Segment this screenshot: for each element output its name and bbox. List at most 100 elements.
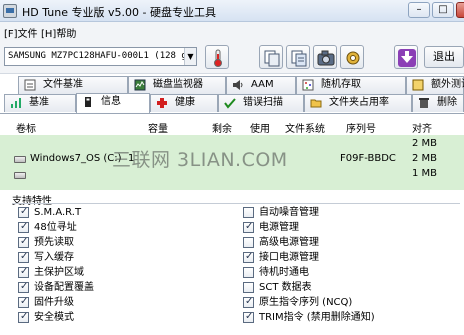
- column-header-label[interactable]: 卷标: [16, 120, 36, 135]
- tab-label: 随机存取: [321, 79, 361, 90]
- speaker-icon: [233, 80, 243, 90]
- feature-label: 48位寻址: [34, 222, 77, 233]
- screenshot-button[interactable]: [313, 45, 337, 69]
- checkbox-icon[interactable]: [18, 251, 29, 263]
- drive-icon: [14, 156, 26, 163]
- feature-label: 预先读取: [34, 237, 74, 248]
- download-arrow-icon: [398, 49, 416, 67]
- supported-features: 支持特性 S.M.A.R.T 48位寻址 预先读取 写入缓存 主保护区域 设备配…: [8, 192, 464, 335]
- title-bar: HD Tune 专业版 v5.00 - 硬盘专业工具 – □: [0, 0, 464, 22]
- benchmark-icon: [11, 98, 21, 108]
- checkbox-icon[interactable]: [243, 237, 254, 248]
- watermark-text: 三联网 3LIAN.COM: [112, 149, 288, 171]
- tab-benchmark[interactable]: 基准: [4, 94, 76, 112]
- disk-monitor-icon: [134, 79, 146, 91]
- erase-icon: [419, 98, 429, 108]
- feature-label: 写入缓存: [34, 252, 74, 263]
- checkbox-icon[interactable]: [243, 251, 254, 263]
- volume-alignment: 2 MB: [412, 138, 438, 149]
- checkbox-icon[interactable]: [243, 296, 254, 308]
- tab-health[interactable]: 健康: [150, 94, 218, 112]
- tab-label: 基准: [29, 97, 49, 108]
- feature-label: 主保护区域: [34, 267, 84, 278]
- tab-file-benchmark[interactable]: 文件基准: [18, 76, 128, 94]
- checkbox-icon[interactable]: [18, 206, 29, 218]
- tab-extra-tests[interactable]: 额外测试: [406, 76, 464, 94]
- checkbox-icon[interactable]: [243, 221, 254, 233]
- menu-file[interactable]: [F]文件: [4, 25, 38, 40]
- window-title: HD Tune 专业版 v5.00 - 硬盘专业工具: [22, 6, 216, 19]
- tab-label: 健康: [175, 97, 195, 108]
- tab-folder-usage[interactable]: 文件夹占用率: [304, 94, 412, 112]
- feature-label: 固件升级: [34, 297, 74, 308]
- hdtune-app-icon: [3, 4, 17, 18]
- options-button[interactable]: [340, 45, 364, 69]
- feature-label: 高级电源管理: [259, 237, 319, 248]
- thermometer-icon: [214, 49, 222, 67]
- checkbox-icon[interactable]: [18, 266, 29, 278]
- toolbar: SAMSUNG MZ7PC128HAFU-000L1 (128 g ▼ 退出: [0, 40, 464, 74]
- tab-disk-monitor[interactable]: 磁盘监视器: [128, 76, 226, 94]
- minimize-button[interactable]: –: [408, 2, 430, 18]
- volume-alignment: 1 MB: [412, 168, 438, 179]
- column-header-alignment[interactable]: 对齐: [412, 120, 432, 135]
- file-benchmark-icon: [24, 79, 36, 91]
- feature-label: 原生指令序列 (NCQ): [259, 297, 353, 308]
- feature-label: 安全模式: [34, 312, 74, 323]
- tools-icon: [346, 51, 360, 65]
- info-icon: [85, 97, 91, 107]
- maximize-button[interactable]: □: [432, 2, 454, 18]
- exit-button[interactable]: 退出: [424, 46, 464, 68]
- checkbox-icon[interactable]: [243, 311, 254, 323]
- camera-icon: [317, 50, 335, 66]
- menu-bar: [F]文件 [H]帮助: [0, 22, 464, 40]
- random-access-icon: [302, 79, 314, 91]
- column-header-used[interactable]: 使用: [250, 120, 270, 135]
- health-cross-icon: [157, 98, 167, 108]
- checkbox-icon[interactable]: [18, 221, 29, 233]
- tab-row-bottom: 基准 信息 健康 错误扫描 文件夹占用率 删除: [0, 93, 464, 113]
- tab-label: 文件基准: [43, 79, 83, 90]
- tab-erase[interactable]: 删除: [412, 94, 464, 112]
- tab-aam[interactable]: AAM: [226, 76, 296, 94]
- checkbox-icon[interactable]: [18, 236, 29, 248]
- tab-label: 磁盘监视器: [153, 79, 203, 90]
- checkbox-icon[interactable]: [18, 281, 29, 293]
- document-copy-icon: [291, 50, 307, 67]
- column-header-serial[interactable]: 序列号: [346, 120, 376, 135]
- copy-info-button[interactable]: [259, 45, 283, 69]
- tab-random-access[interactable]: 随机存取: [296, 76, 406, 94]
- column-header-capacity[interactable]: 容量: [148, 120, 168, 135]
- feature-label: 待机时通电: [259, 267, 309, 278]
- tab-label: AAM: [251, 79, 274, 90]
- feature-label: 接口电源管理: [259, 252, 319, 263]
- volume-table-header: 卷标 容量 剩余 使用 文件系统 序列号 对齐: [0, 118, 464, 135]
- copy-icon: [264, 50, 280, 67]
- features-grid: S.M.A.R.T 48位寻址 预先读取 写入缓存 主保护区域 设备配置覆盖 固…: [12, 203, 460, 335]
- feature-label: SCT 数据表: [259, 282, 312, 293]
- copy-text-button[interactable]: [286, 45, 310, 69]
- temperature-button[interactable]: [205, 45, 229, 69]
- tab-error-scan[interactable]: 错误扫描: [218, 94, 304, 112]
- feature-label: 自动噪音管理: [259, 207, 319, 218]
- checkbox-icon[interactable]: [243, 267, 254, 278]
- chevron-down-icon[interactable]: ▼: [184, 48, 196, 65]
- save-button[interactable]: [394, 45, 418, 69]
- menu-help[interactable]: [H]帮助: [41, 25, 76, 40]
- tab-info[interactable]: 信息: [76, 93, 150, 113]
- extra-tests-icon: [412, 79, 424, 91]
- folder-usage-icon: [310, 99, 322, 108]
- column-header-free[interactable]: 剩余: [212, 120, 232, 135]
- error-scan-icon: [224, 98, 236, 109]
- close-button[interactable]: [456, 2, 464, 18]
- tab-label: 错误扫描: [243, 97, 283, 108]
- tab-row-top: 文件基准 磁盘监视器 AAM 随机存取 额外测试: [0, 76, 464, 94]
- checkbox-icon[interactable]: [243, 282, 254, 293]
- drive-select[interactable]: SAMSUNG MZ7PC128HAFU-000L1 (128 g: [4, 47, 197, 66]
- volume-serial: F09F-BBDC: [340, 153, 396, 164]
- checkbox-icon[interactable]: [243, 207, 254, 218]
- volume-label: Windows7_OS (C:): [30, 153, 122, 164]
- checkbox-icon[interactable]: [18, 296, 29, 308]
- checkbox-icon[interactable]: [18, 311, 29, 323]
- column-header-filesystem[interactable]: 文件系统: [285, 120, 325, 135]
